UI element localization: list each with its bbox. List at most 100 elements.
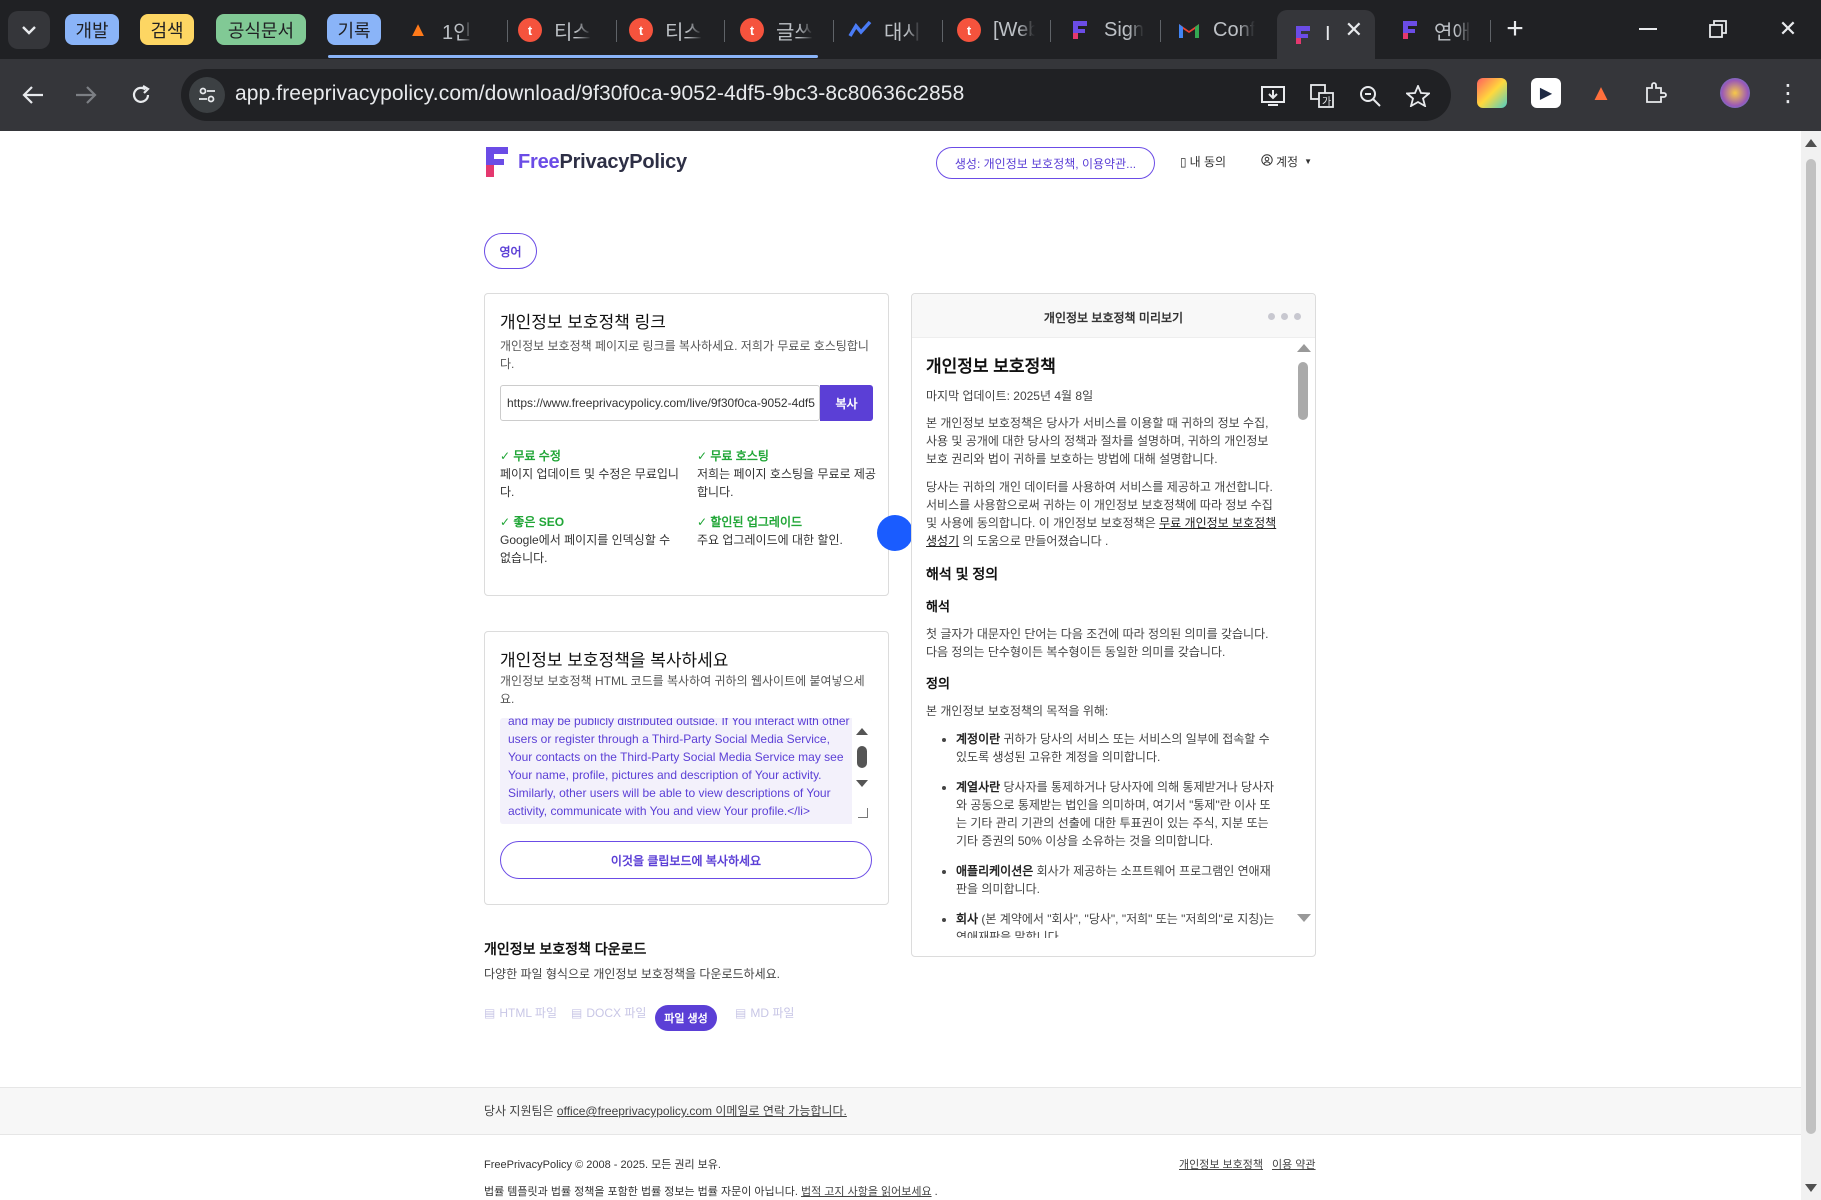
- scroll-thumb[interactable]: [857, 746, 867, 768]
- copy-card-description: 개인정보 보호정책 HTML 코드를 복사하여 귀하의 웹사이트에 붙여넣으세요…: [500, 674, 865, 706]
- preview-header-title: 개인정보 보호정책 미리보기: [1043, 311, 1184, 325]
- restore-icon[interactable]: [1694, 8, 1742, 50]
- preview-heading-def: 정의: [926, 676, 950, 691]
- lighthouse-extension-icon[interactable]: ▲: [1586, 78, 1616, 108]
- legal-disclaimer: 법률 템플릿과 법률 정책을 포함한 법률 정보는 법률 자문이 아닙니다. 법…: [484, 1186, 938, 1198]
- window-dots-icon: [1268, 313, 1301, 320]
- tistory-icon: t: [518, 18, 542, 42]
- preview-updated: 마지막 업데이트: 2025년 4월 8일: [926, 389, 1094, 403]
- close-window-icon[interactable]: ✕: [1764, 8, 1812, 50]
- download-docx-option[interactable]: ▤ DOCX 파일: [571, 1004, 646, 1021]
- profile-avatar[interactable]: [1720, 78, 1750, 108]
- my-consent-link[interactable]: ▯ 내 동의: [1180, 153, 1226, 170]
- account-menu[interactable]: 계정 ▼: [1261, 153, 1312, 170]
- scroll-down-icon[interactable]: [1297, 914, 1311, 922]
- freeprivacypolicy-icon: [1291, 23, 1315, 47]
- resize-handle-icon[interactable]: [858, 808, 868, 818]
- tab-6[interactable]: t [Web: [957, 10, 1035, 50]
- language-pill[interactable]: 영어: [484, 233, 537, 269]
- install-app-icon[interactable]: [1260, 83, 1286, 109]
- download-title: 개인정보 보호정책 다운로드: [484, 941, 647, 957]
- site-logo[interactable]: FreePrivacyPolicy: [484, 145, 687, 179]
- browser-toolbar: app.freeprivacypolicy.com/download/9f30f…: [0, 59, 1821, 131]
- tab-active[interactable]: I ✕: [1277, 10, 1375, 59]
- policy-html-textarea[interactable]: and may be publicly distributed outside.…: [500, 718, 872, 824]
- bookmark-star-icon[interactable]: [1405, 83, 1431, 109]
- file-icon: ▤: [484, 1005, 496, 1020]
- zoom-icon[interactable]: [1357, 83, 1383, 109]
- tab-group-search[interactable]: 검색: [140, 14, 194, 45]
- brand-free: Free: [518, 150, 560, 173]
- page-scrollbar[interactable]: [1801, 131, 1821, 1200]
- preview-paragraph-1: 본 개인정보 보호정책은 당사가 서비스를 이용할 때 귀하의 정보 수집, 사…: [926, 416, 1269, 466]
- preview-paragraph-interp: 첫 글자가 대문자인 단어는 다음 조건에 따라 정의된 의미를 갖습니다. 다…: [926, 627, 1269, 659]
- svg-text:가: 가: [1322, 96, 1331, 108]
- color-picker-extension-icon[interactable]: [1477, 78, 1507, 108]
- terms-link[interactable]: 이용 약관: [1272, 1159, 1316, 1171]
- translate-icon[interactable]: 가: [1309, 83, 1335, 109]
- scroll-up-icon[interactable]: [1805, 139, 1817, 147]
- tab-8[interactable]: Conf: [1177, 10, 1255, 50]
- tab-10[interactable]: 연애: [1398, 10, 1476, 50]
- tab-4[interactable]: t 글쓰: [740, 10, 818, 50]
- copy-to-clipboard-button[interactable]: 이것을 클립보드에 복사하세요: [500, 841, 872, 879]
- tab-1[interactable]: ▲ 1인: [406, 10, 498, 50]
- copy-link-button[interactable]: 복사: [820, 385, 873, 421]
- more-menu-icon[interactable]: ⋮: [1773, 78, 1803, 108]
- tab-2[interactable]: t 티스: [518, 10, 596, 50]
- site-info-icon[interactable]: [189, 77, 225, 113]
- policy-link-input[interactable]: https://www.freeprivacypolicy.com/live/9…: [500, 385, 820, 421]
- file-icon: ▤: [735, 1005, 747, 1020]
- preview-title: 개인정보 보호정책: [926, 357, 1056, 376]
- preview-heading-interp-def: 해석 및 정의: [926, 566, 999, 582]
- reload-icon[interactable]: [122, 76, 160, 114]
- caret-down-icon: ▼: [1304, 157, 1313, 166]
- preview-paragraph-2: 당사는 귀하의 개인 데이터를 사용하여 서비스를 제공하고 개선합니다. 서비…: [926, 480, 1277, 548]
- user-circle-icon: [1261, 154, 1273, 169]
- preview-scrollbar[interactable]: [1291, 338, 1315, 928]
- copy-card-title: 개인정보 보호정책을 복사하세요: [500, 651, 729, 670]
- link-card-description: 개인정보 보호정책 페이지로 링크를 복사하세요. 저희가 무료로 호스팅합니다…: [500, 339, 869, 371]
- tab-group-underline: [328, 55, 818, 58]
- tistory-icon: t: [740, 18, 764, 42]
- scroll-down-icon[interactable]: [1805, 1184, 1817, 1192]
- back-icon[interactable]: [14, 76, 52, 114]
- extension-icon[interactable]: ▶: [1531, 78, 1561, 108]
- list-item: 계열사란 당사자를 통제하거나 당사자에 의해 통제받거나 당사자와 공동으로 …: [956, 778, 1278, 850]
- scroll-thumb[interactable]: [1806, 159, 1816, 1134]
- legal-notice-link[interactable]: 법적 고지 사항을 읽어보세요: [801, 1186, 932, 1198]
- download-description: 다양한 파일 형식으로 개인정보 보호정책을 다운로드하세요.: [484, 967, 781, 981]
- gmail-icon: [1177, 18, 1201, 42]
- download-html-option[interactable]: ▤ HTML 파일: [484, 1004, 557, 1021]
- scroll-up-icon[interactable]: [856, 728, 868, 735]
- freeprivacypolicy-icon: [1068, 18, 1092, 42]
- download-md-option[interactable]: ▤ MD 파일: [735, 1004, 794, 1021]
- feature-discount-upgrade: ✓ 할인된 업그레이드 주요 업그레이드에 대한 할인.: [697, 515, 843, 547]
- close-tab-icon[interactable]: ✕: [1345, 17, 1363, 43]
- tab-strip: 개발 검색 공식문서 기록 ▲ 1인 t 티스 t 티스 t 글쓰 대시 t […: [0, 0, 1821, 59]
- tab-group-dev[interactable]: 개발: [65, 14, 119, 45]
- scroll-thumb[interactable]: [1298, 362, 1308, 420]
- tab-group-records[interactable]: 기록: [327, 14, 381, 45]
- generate-button[interactable]: 생성: 개인정보 보호정책, 이용약관...: [936, 147, 1155, 179]
- scroll-down-icon[interactable]: [856, 780, 868, 787]
- tab-search-button[interactable]: [8, 11, 50, 49]
- tab-3[interactable]: t 티스: [629, 10, 707, 50]
- policy-html-code: and may be publicly distributed outside.…: [508, 718, 850, 818]
- tab-5[interactable]: 대시: [848, 10, 926, 50]
- address-bar[interactable]: app.freeprivacypolicy.com/download/9f30f…: [181, 69, 1451, 121]
- tab-group-docs[interactable]: 공식문서: [216, 14, 306, 45]
- scroll-up-icon[interactable]: [1297, 344, 1311, 352]
- page-viewport: FreePrivacyPolicy 생성: 개인정보 보호정책, 이용약관...…: [0, 131, 1821, 1200]
- privacy-policy-link[interactable]: 개인정보 보호정책: [1179, 1159, 1263, 1171]
- new-tab-icon[interactable]: +: [1491, 8, 1539, 50]
- minimize-icon[interactable]: [1624, 8, 1672, 50]
- textarea-scrollbar[interactable]: [852, 718, 872, 824]
- tab-7[interactable]: Sign: [1068, 10, 1146, 50]
- browser-chrome: 개발 검색 공식문서 기록 ▲ 1인 t 티스 t 티스 t 글쓰 대시 t […: [0, 0, 1821, 131]
- feature-free-edit: ✓ 무료 수정 페이지 업데이트 및 수정은 무료입니다.: [500, 449, 679, 499]
- extensions-puzzle-icon[interactable]: [1640, 78, 1670, 108]
- forward-icon[interactable]: [67, 76, 105, 114]
- generate-file-pill[interactable]: 파일 생성: [655, 1005, 717, 1031]
- support-email-link[interactable]: office@freeprivacypolicy.com: [557, 1104, 712, 1118]
